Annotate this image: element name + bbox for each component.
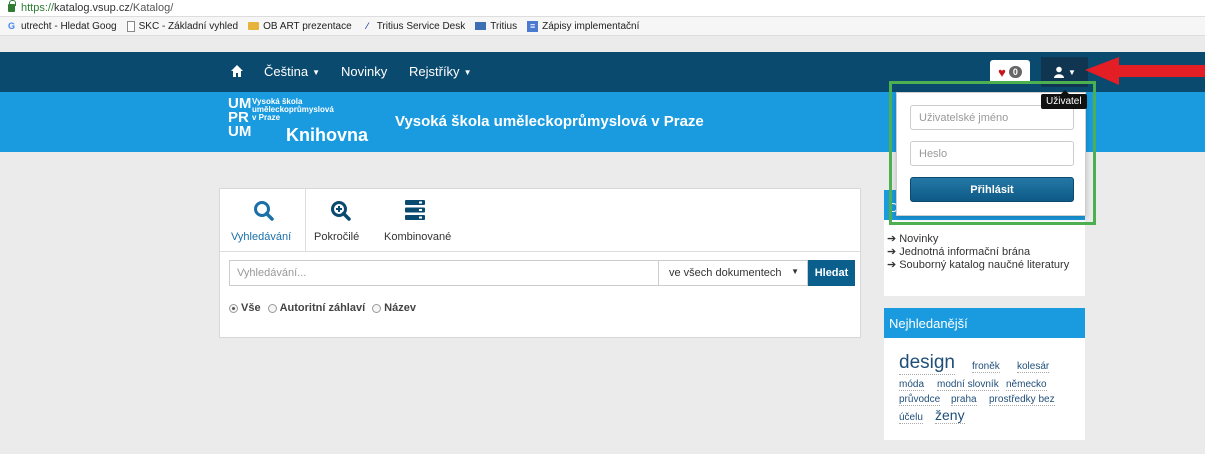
tag-moda[interactable]: móda	[899, 379, 925, 391]
user-icon	[1054, 66, 1065, 78]
flag-icon	[475, 22, 487, 30]
tag-pruvodce[interactable]: průvodce	[899, 394, 941, 406]
google-icon: G	[7, 21, 15, 31]
language-menu[interactable]: Čeština ▼	[264, 64, 320, 79]
lock-icon	[8, 0, 16, 12]
folder-icon	[248, 22, 260, 30]
favorites-count: 0	[1008, 66, 1022, 78]
heart-icon: ♥	[998, 64, 1006, 80]
arrow-right-icon: ➔	[887, 233, 897, 245]
chevron-down-icon: ▼	[791, 267, 799, 276]
tritius-icon: ⁄	[366, 21, 368, 31]
radio-title[interactable]: Název	[372, 302, 416, 314]
bookmark-obart[interactable]: OB ART prezentace	[248, 21, 352, 32]
school-name: Vysoká škola uměleckoprůmyslová v Praze	[395, 113, 704, 130]
tag-nemecko[interactable]: německo	[1006, 379, 1047, 391]
tab-search[interactable]: Vyhledávání	[220, 189, 306, 251]
arrow-right-icon: ➔	[887, 259, 897, 271]
tab-advanced[interactable]: Pokročilé	[306, 189, 376, 251]
link-jib[interactable]: ➔ Jednotná informační brána	[887, 246, 1069, 259]
address-bar[interactable]: https://katalog.vsup.cz/Katalog/	[0, 0, 1205, 17]
link-souborny-katalog[interactable]: ➔ Souborný katalog naučné literatury	[887, 259, 1069, 272]
search-icon	[254, 201, 274, 221]
tab-combined[interactable]: Kombinované	[376, 189, 456, 251]
tag-modni-slovnik[interactable]: modní slovník	[937, 379, 999, 391]
search-scope-select[interactable]: ve všech dokumentech ▼	[658, 260, 808, 286]
url-path: /Katalog/	[129, 2, 174, 14]
tab-divider	[220, 251, 860, 252]
popular-widget: Nejhledanější design froněk kolesár móda…	[884, 308, 1085, 440]
tag-kolesar[interactable]: kolesár	[1017, 361, 1050, 373]
link-novinky[interactable]: ➔ Novinky	[887, 233, 1069, 246]
doc-icon: ≡	[527, 20, 539, 32]
bookmark-tritius-service-desk[interactable]: ⁄ Tritius Service Desk	[362, 21, 465, 32]
tag-design[interactable]: design	[899, 352, 955, 375]
popular-heading: Nejhledanější	[884, 308, 1085, 338]
stack-icon	[405, 200, 425, 220]
url-scheme: https://	[21, 2, 55, 14]
tag-ucelu[interactable]: účelu	[899, 412, 923, 424]
search-panel: Vyhledávání Pokročilé Kombinované ve vše…	[219, 188, 861, 338]
bookmark-skc[interactable]: SKC - Základní vyhled	[126, 20, 238, 32]
bookmark-utrecht[interactable]: Gutrecht - Hledat Goog	[6, 21, 117, 32]
arrow-right-icon: ➔	[887, 246, 897, 258]
page-icon	[126, 20, 135, 32]
library-label: Knihovna	[286, 125, 369, 145]
bookmark-zapisy[interactable]: ≡ Zápisy implementační	[527, 20, 639, 32]
radio-authority[interactable]: Autoritní záhlaví	[267, 302, 365, 314]
search-mode-radios: Vše Autoritní záhlaví Název	[229, 302, 416, 314]
news-link[interactable]: Novinky	[341, 64, 387, 79]
registers-menu[interactable]: Rejstříky ▼	[409, 64, 471, 79]
search-input[interactable]	[229, 260, 659, 286]
url-host: katalog.vsup.cz	[54, 2, 130, 14]
bookmarks-bar: Gutrecht - Hledat Goog SKC - Základní vy…	[0, 17, 1205, 36]
search-button[interactable]: Hledat	[808, 260, 855, 286]
bookmark-tritius[interactable]: Tritius	[475, 21, 517, 32]
home-icon[interactable]	[230, 64, 244, 78]
tag-fronek[interactable]: froněk	[972, 361, 1000, 373]
highlight-box	[889, 81, 1096, 225]
zoom-plus-icon	[331, 201, 351, 221]
radio-all[interactable]: Vše	[229, 302, 261, 314]
tag-prostredky[interactable]: prostředky bez	[989, 394, 1055, 406]
tag-zeny[interactable]: ženy	[935, 407, 965, 424]
tag-praha[interactable]: praha	[951, 394, 977, 406]
annotation-arrow-icon	[1085, 57, 1205, 85]
